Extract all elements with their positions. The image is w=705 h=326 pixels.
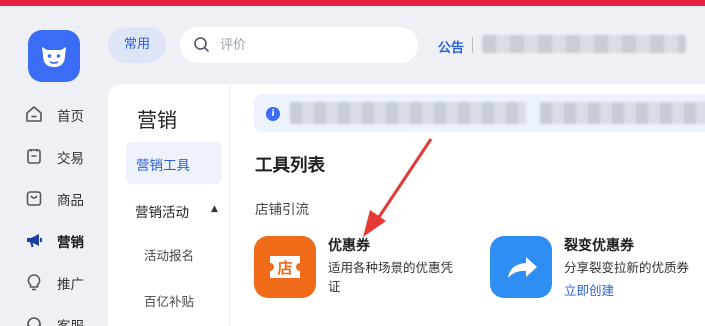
nav-item-service[interactable]: 客服 (0, 312, 98, 326)
search-box[interactable] (180, 27, 418, 63)
tool-name: 裂变优惠券 (564, 238, 634, 254)
nav-item-home[interactable]: 首页 (0, 102, 98, 126)
tool-name: 优惠券 (328, 238, 370, 254)
nav-item-promotion[interactable]: 推广 (0, 270, 98, 294)
clipboard-icon (27, 149, 41, 164)
menu-item-marketing-tools[interactable]: 营销工具 (126, 142, 222, 184)
coupon-icon-text: 店 (277, 259, 292, 277)
notice-text-redacted[interactable] (482, 35, 686, 53)
menu-item-activity-signup[interactable]: 活动报名 (144, 245, 194, 264)
coupon-store-icon: 店 (254, 236, 316, 298)
nav-item-trade[interactable]: 交易 (0, 144, 98, 168)
menu-group-marketing-activity[interactable]: 营销活动 (135, 201, 189, 221)
secondary-menu: 营销 营销工具 营销活动 ▲ 活动报名 百亿补贴 (108, 84, 229, 326)
share-arrow-shape (508, 257, 537, 278)
nav-item-label: 首页 (57, 109, 84, 125)
nav-item-label: 营销 (57, 235, 84, 251)
create-now-link[interactable]: 立即创建 (564, 280, 614, 299)
chevron-up-icon[interactable]: ▲ (211, 204, 218, 214)
tool-description: 分享裂变拉新的优质券 (564, 260, 690, 275)
nav-item-label: 客服 (57, 315, 84, 326)
bag-icon (26, 191, 42, 206)
nav-item-goods[interactable]: 商品 (0, 186, 98, 210)
tool-description: 适用各种场景的优惠凭证 (328, 260, 454, 294)
home-icon (26, 106, 42, 122)
menu-title: 营销 (137, 108, 177, 132)
nav-item-label: 交易 (57, 151, 84, 167)
bulb-icon (27, 274, 41, 291)
search-icon (194, 37, 209, 52)
primary-sidebar: 首页 交易 商品 营销 推广 客服 (0, 6, 98, 326)
nav-item-marketing[interactable]: 营销 (0, 228, 98, 252)
section-label: 店铺引流 (255, 202, 309, 218)
banner-text-redacted (290, 102, 526, 124)
notice-label[interactable]: 公告 (438, 37, 464, 56)
share-arrow-icon (490, 236, 552, 298)
cow-head-icon (42, 47, 66, 67)
app-logo[interactable] (28, 30, 80, 82)
info-icon: i (266, 107, 280, 121)
nav-item-label: 推广 (57, 277, 84, 293)
nav-item-label: 商品 (57, 193, 84, 209)
tool-card-coupon[interactable]: 店 优惠券 适用各种场景的优惠凭证 (254, 234, 464, 304)
tool-card-fission-coupon[interactable]: 裂变优惠券 分享裂变拉新的优质券 立即创建 (490, 234, 700, 304)
menu-item-label: 营销工具 (136, 158, 190, 174)
common-chip[interactable]: 常用 (108, 27, 166, 63)
main-content: i 工具列表 店铺引流 店 优惠券 适用各种场景的优惠凭证 裂变优惠券 分享裂变… (229, 84, 705, 326)
coupon-ticket-shape: 店 (270, 256, 300, 278)
headset-icon (27, 317, 41, 326)
menu-item-subsidy[interactable]: 百亿补贴 (144, 291, 194, 310)
info-banner: i (254, 94, 705, 132)
page-title: 工具列表 (255, 156, 325, 176)
top-header: 常用 公告 (98, 6, 705, 78)
divider (472, 37, 473, 53)
megaphone-icon (27, 234, 42, 247)
banner-text-redacted (540, 102, 705, 124)
search-input[interactable] (220, 35, 400, 55)
